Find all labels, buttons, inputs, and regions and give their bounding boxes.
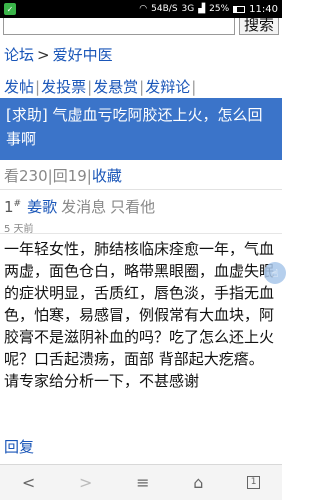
- search-input[interactable]: [3, 18, 235, 35]
- thread-stats: 看230|回19|收藏: [4, 165, 122, 186]
- new-reward-link[interactable]: 发悬赏: [93, 78, 138, 96]
- breadcrumb-forum-link[interactable]: 论坛: [4, 46, 34, 64]
- home-icon[interactable]: ⌂: [193, 473, 203, 492]
- new-poll-link[interactable]: 发投票: [41, 78, 86, 96]
- wifi-icon: ◠: [139, 4, 148, 14]
- favorite-link[interactable]: 收藏: [92, 167, 122, 185]
- scroll-handle-icon[interactable]: ☝: [264, 262, 286, 284]
- status-icons: ◠ 54B/S 3G ▟ 25% 11:40: [139, 4, 278, 15]
- breadcrumb: 论坛 > 爱好中医: [4, 44, 113, 65]
- app-notification-icon: ✓: [4, 3, 16, 15]
- status-bar: ✓ ◠ 54B/S 3G ▟ 25% 11:40: [0, 0, 282, 18]
- forward-icon[interactable]: >: [79, 473, 92, 492]
- search-row: 搜索: [0, 18, 282, 38]
- clock: 11:40: [249, 3, 278, 15]
- signal-type: 3G: [181, 4, 195, 14]
- reply-count: 回19: [52, 167, 87, 185]
- action-divider: |: [87, 78, 93, 96]
- only-author-link[interactable]: 只看他: [110, 198, 155, 216]
- action-divider: |: [139, 78, 145, 96]
- reply-link[interactable]: 回复: [4, 436, 34, 457]
- post-header: 1# 姜歌 发消息 只看他: [4, 196, 155, 217]
- menu-icon[interactable]: ≡: [136, 473, 149, 492]
- battery-icon: [233, 5, 246, 13]
- send-message-link[interactable]: 发消息: [61, 198, 106, 216]
- post-content: 一年轻女性，肺结核临床痊愈一年，气血两虚，面色仓白，略带黑眼圈，血虚失眠的症状明…: [4, 240, 275, 390]
- divider: [0, 189, 282, 190]
- back-icon[interactable]: <: [22, 473, 35, 492]
- view-count: 看230: [4, 167, 48, 185]
- new-debate-link[interactable]: 发辩论: [145, 78, 190, 96]
- action-divider: |: [191, 78, 197, 96]
- thread-title: [求助] 气虚血亏吃阿胶还上火，怎么回事啊: [0, 98, 282, 160]
- divider: [0, 233, 282, 234]
- new-post-link[interactable]: 发帖: [4, 78, 34, 96]
- post-actions: 发帖|发投票|发悬赏|发辩论|: [4, 76, 197, 97]
- floor-number: 1#: [4, 198, 22, 216]
- breadcrumb-separator: >: [37, 46, 50, 64]
- author-link[interactable]: 姜歌: [27, 198, 57, 216]
- net-speed: 54B/S: [151, 4, 178, 14]
- breadcrumb-section-link[interactable]: 爱好中医: [53, 46, 113, 64]
- tabs-icon[interactable]: 1: [247, 476, 261, 489]
- signal-icon: ▟: [198, 4, 206, 14]
- browser-toolbar: < > ≡ ⌂ 1: [0, 464, 282, 500]
- action-divider: |: [35, 78, 41, 96]
- search-button[interactable]: 搜索: [239, 18, 279, 35]
- battery-level: 25%: [209, 4, 230, 14]
